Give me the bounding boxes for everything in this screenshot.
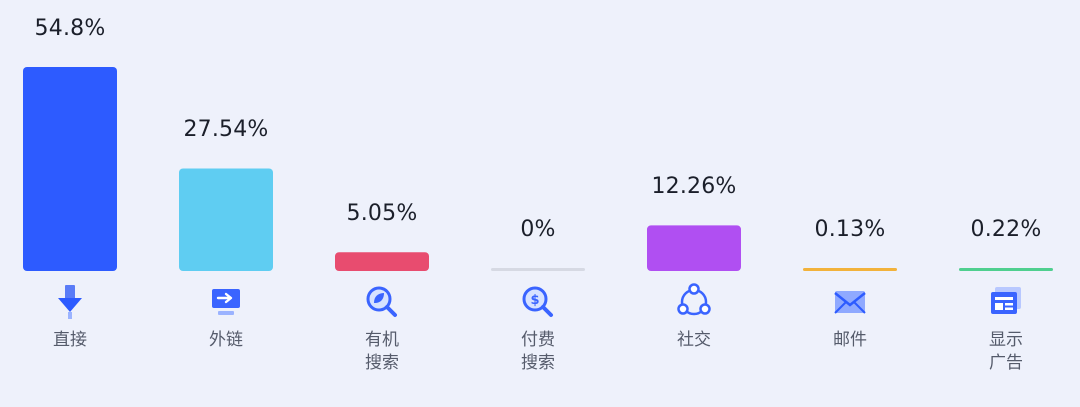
- bar-value-label: 0%: [520, 217, 556, 242]
- bar-value-label: 0.22%: [970, 217, 1042, 242]
- bar-4: [647, 225, 741, 271]
- dollar-magnifier-icon: $: [518, 282, 558, 322]
- category-label: 直接: [53, 330, 87, 350]
- bar-value-label: 54.8%: [34, 16, 106, 41]
- display-ad-icon: [986, 282, 1026, 322]
- category-label: 社交: [677, 330, 711, 350]
- monitor-link-icon: [206, 282, 246, 322]
- category-label: 显示 广告: [989, 330, 1023, 373]
- bar-value-label: 0.13%: [814, 217, 886, 242]
- category-label: 外链: [209, 330, 243, 350]
- category-label: 有机 搜索: [365, 330, 399, 373]
- svg-text:$: $: [530, 293, 539, 308]
- share-network-icon: [674, 282, 714, 322]
- bar-chart-card: 54.8% 直接 27.54% 外链 5.05% 有机 搜索 0% $ 付费 搜索 12…: [0, 0, 1080, 407]
- download-arrow-icon: [50, 282, 90, 322]
- envelope-icon: [830, 282, 870, 322]
- bar-5: [803, 268, 897, 271]
- category-label: 付费 搜索: [521, 330, 555, 373]
- bar-3: [491, 268, 585, 271]
- bar-6: [959, 268, 1053, 271]
- leaf-magnifier-icon: [362, 282, 402, 322]
- bar-1: [179, 168, 273, 271]
- bar-value-label: 27.54%: [183, 117, 269, 143]
- bar-value-label: 5.05%: [346, 201, 418, 227]
- category-label: 邮件: [833, 330, 867, 350]
- chart-plot: [23, 67, 1053, 271]
- bar-value-label: 12.26%: [651, 174, 737, 200]
- bar-0: [23, 67, 117, 271]
- bar-2: [335, 252, 429, 271]
